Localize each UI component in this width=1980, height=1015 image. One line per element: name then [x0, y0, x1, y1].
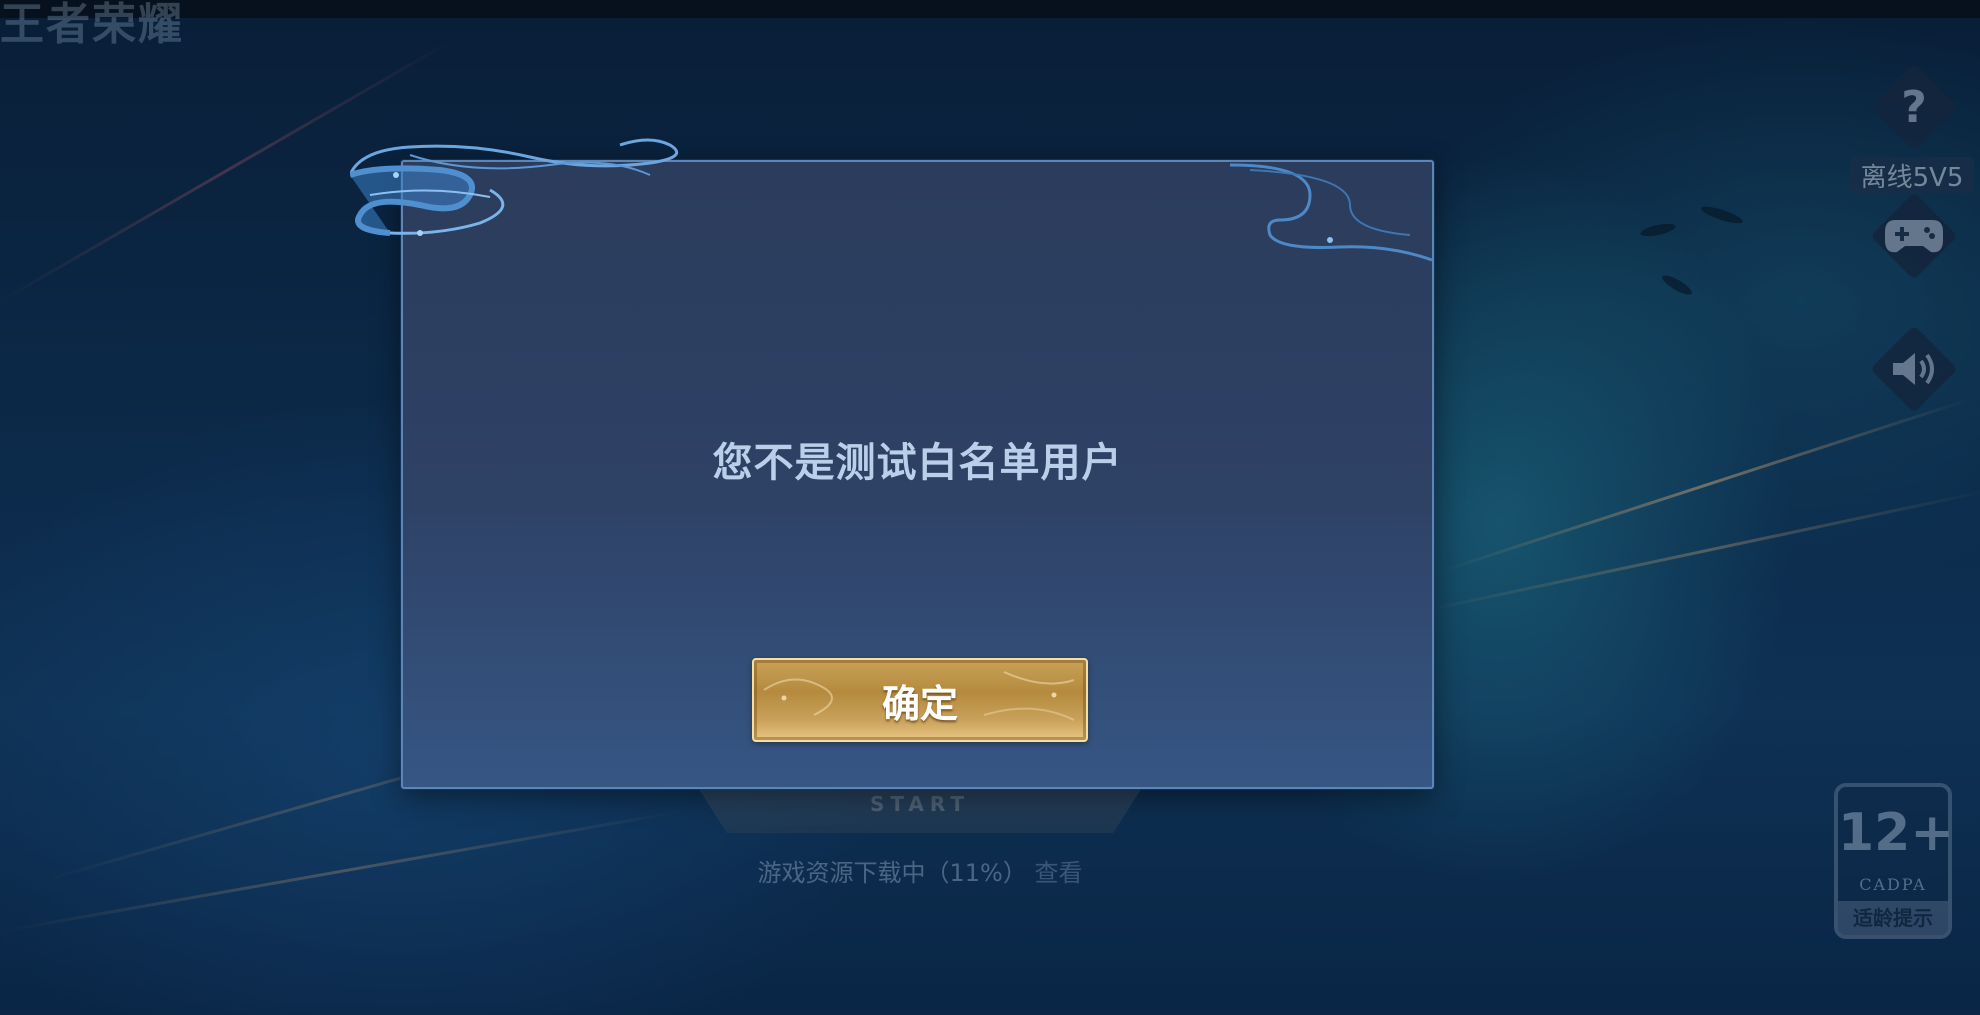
confirm-button-label: 确定 [881, 681, 958, 726]
confirm-button[interactable]: 确定 [752, 658, 1088, 742]
alert-dialog: 您不是测试白名单用户 确定 [401, 160, 1434, 789]
dialog-message: 您不是测试白名单用户 [712, 440, 1123, 486]
